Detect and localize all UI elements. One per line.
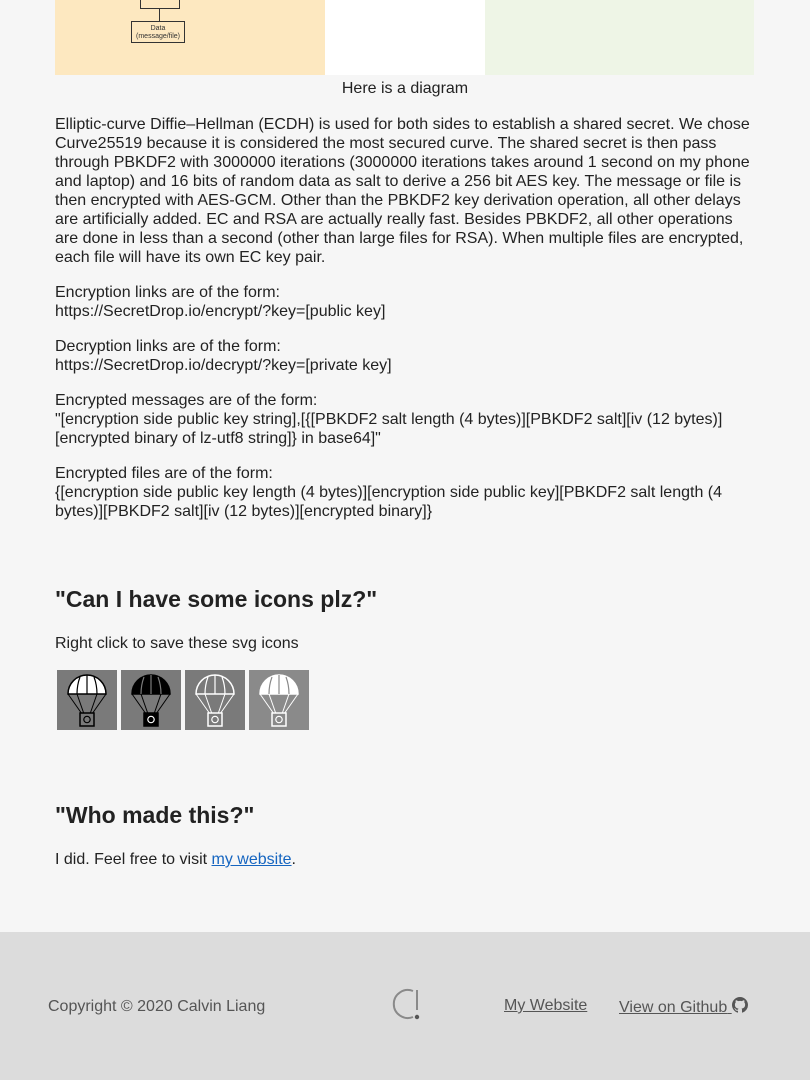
encrypted-messages-label: Encrypted messages are of the form: bbox=[55, 392, 318, 409]
who-text-before: I did. Feel free to visit bbox=[55, 851, 212, 868]
decryption-links-format: https://SecretDrop.io/decrypt/?key=[priv… bbox=[55, 357, 392, 374]
diagram-caption: Here is a diagram bbox=[341, 80, 469, 97]
parachute-box bbox=[143, 712, 159, 727]
diagram-encrypt-panel: Data (message/file) bbox=[55, 0, 325, 75]
encrypted-files-label: Encrypted files are of the form: bbox=[55, 465, 273, 482]
parachute-icon-dark-filled[interactable] bbox=[121, 670, 181, 730]
who-text-after: . bbox=[291, 851, 296, 868]
diagram-box-top bbox=[140, 0, 180, 9]
encryption-links-label: Encryption links are of the form: bbox=[55, 284, 280, 301]
icons-instructions: Right click to save these svg icons bbox=[55, 635, 299, 652]
who-section: "Who made this?" bbox=[55, 801, 755, 829]
secretdrop-logo-icon[interactable] bbox=[387, 986, 423, 1022]
icons-section: "Can I have some icons plz?" bbox=[55, 585, 755, 613]
copyright: Copyright © 2020 Calvin Liang bbox=[48, 998, 266, 1015]
explanation-paragraph: Elliptic-curve Diffie–Hellman (ECDH) is … bbox=[55, 115, 755, 267]
parachute-box bbox=[79, 712, 95, 727]
encrypted-messages-format: "[encryption side public key string],[{[… bbox=[55, 411, 723, 447]
footer-github-link[interactable]: View on Github bbox=[619, 997, 748, 1017]
diagram-connector bbox=[159, 9, 160, 21]
who-heading: "Who made this?" bbox=[55, 802, 255, 828]
diagram-data-sublabel: (message/file) bbox=[136, 33, 180, 40]
diagram: Data (message/file) bbox=[55, 0, 754, 75]
github-icon bbox=[731, 997, 748, 1013]
diagram-middle-panel bbox=[325, 0, 485, 75]
encrypted-messages-block: Encrypted messages are of the form: "[en… bbox=[55, 391, 755, 448]
encryption-links-block: Encryption links are of the form: https:… bbox=[55, 283, 755, 321]
encrypted-files-format: {[encryption side public key length (4 b… bbox=[55, 484, 723, 520]
encrypted-files-block: Encrypted files are of the form: {[encry… bbox=[55, 464, 755, 521]
icons-heading: "Can I have some icons plz?" bbox=[55, 586, 378, 612]
ecdh-description: Elliptic-curve Diffie–Hellman (ECDH) is … bbox=[55, 116, 750, 266]
parachute-icon-dark-outline[interactable] bbox=[57, 670, 117, 730]
parachute-box bbox=[271, 712, 287, 727]
my-website-link[interactable]: my website bbox=[212, 851, 292, 868]
decryption-links-block: Decryption links are of the form: https:… bbox=[55, 337, 755, 375]
footer-my-website-link[interactable]: My Website bbox=[504, 997, 587, 1015]
encryption-links-format: https://SecretDrop.io/encrypt/?key=[publ… bbox=[55, 303, 386, 320]
diagram-data-box: Data (message/file) bbox=[131, 21, 185, 43]
parachute-box bbox=[207, 712, 223, 727]
decryption-links-label: Decryption links are of the form: bbox=[55, 338, 281, 355]
parachute-icon-light-outline[interactable] bbox=[185, 670, 245, 730]
diagram-data-label: Data bbox=[150, 25, 166, 32]
footer-github-label: View on Github bbox=[619, 999, 728, 1016]
parachute-icon-light-filled[interactable] bbox=[249, 670, 309, 730]
who-text: I did. Feel free to visit my website. bbox=[55, 850, 755, 869]
diagram-decrypt-panel bbox=[485, 0, 754, 75]
